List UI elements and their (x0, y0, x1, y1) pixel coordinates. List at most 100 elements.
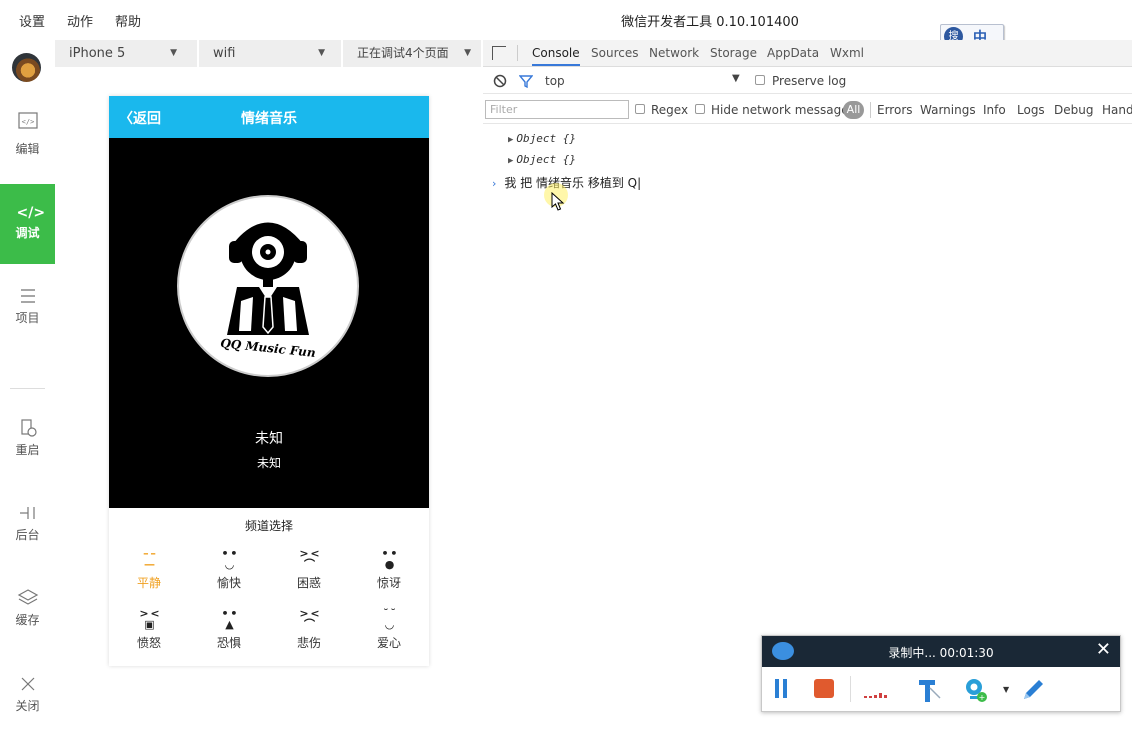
mood-label: 困惑 (296, 576, 321, 590)
preserve-log-label: Preserve log (772, 74, 847, 88)
menu-icon (17, 285, 39, 307)
device-select[interactable]: iPhone 5 ▼ (55, 40, 187, 67)
chevron-down-icon[interactable]: ▼ (1003, 685, 1009, 694)
pages-select[interactable]: 正在调试4个页面 ▼ (343, 40, 481, 67)
mood-face-icon: > < ⌒ (299, 607, 319, 631)
mouse-pointer-icon (551, 192, 565, 211)
tab-console[interactable]: Console (532, 46, 580, 66)
level-all-button[interactable]: All (843, 101, 864, 119)
mood-option[interactable]: > < ⌒ 悲伤 (279, 608, 339, 651)
simulator-toolbar: iPhone 5 ▼ wifi ▼ 正在调试4个页面 ▼ (55, 40, 481, 67)
chevron-down-icon: ▼ (170, 48, 177, 58)
recorder-header: 录制中... 00:01:30 ✕ (762, 636, 1120, 667)
divider (870, 102, 871, 118)
mood-face-icon: • • ◡ (221, 547, 238, 571)
tab-wxml[interactable]: Wxml (830, 46, 864, 60)
song-title: 未知 (255, 431, 283, 447)
clear-console-icon[interactable] (493, 73, 507, 92)
sidebar-item-debug[interactable]: </> 调试 (0, 184, 55, 264)
expand-triangle-icon[interactable]: ▶ (508, 156, 513, 166)
sidebar-item-edit[interactable]: </> 编辑 (0, 110, 55, 190)
console-log-entry[interactable]: ▶ Object {} (508, 132, 576, 145)
sidebar-item-label: 重启 (15, 443, 40, 457)
screen-recorder: 录制中... 00:01:30 ✕ + ▼ (761, 635, 1121, 712)
tab-sources[interactable]: Sources (591, 46, 638, 60)
mood-option[interactable]: • • ● 惊讶 (359, 548, 419, 591)
hide-network-label: Hide network messages (711, 103, 855, 117)
svg-text:+: + (979, 693, 986, 702)
divider (517, 45, 518, 61)
chevron-down-icon[interactable]: ▼ (732, 73, 740, 84)
mood-option[interactable]: > < ⌒ 困惑 (279, 548, 339, 591)
mood-option[interactable]: > < ▣ 愤怒 (119, 608, 179, 651)
layers-icon (17, 587, 39, 609)
filter-icon[interactable] (518, 73, 534, 92)
mood-option[interactable]: • • ◡ 愉快 (199, 548, 259, 591)
mood-face-icon: – – — (143, 547, 156, 571)
level-debug-button[interactable]: Debug (1054, 103, 1093, 117)
level-info-button[interactable]: Info (983, 103, 1006, 117)
network-select[interactable]: wifi ▼ (199, 40, 335, 67)
close-icon[interactable]: ✕ (1096, 639, 1111, 660)
recorder-status: 录制中... 00:01:30 (888, 646, 994, 660)
chevron-down-icon: ▼ (318, 48, 325, 58)
sidebar-item-cache[interactable]: 缓存 (0, 587, 55, 667)
mood-option[interactable]: ˘ ˘ ◡ 爱心 (359, 608, 419, 651)
mood-label: 恐惧 (216, 636, 241, 650)
context-select-value[interactable]: top (545, 74, 565, 88)
sidebar-item-label: 后台 (15, 528, 40, 542)
hide-network-checkbox[interactable] (695, 104, 705, 114)
mood-label: 悲伤 (296, 636, 321, 650)
pause-icon[interactable] (775, 679, 779, 698)
annotation-icon[interactable] (916, 676, 942, 704)
stop-icon[interactable] (814, 679, 834, 698)
chevron-down-icon: ▼ (464, 48, 471, 58)
sidebar-item-label: 关闭 (15, 699, 40, 713)
avatar[interactable] (12, 53, 41, 82)
tab-network[interactable]: Network (649, 46, 699, 60)
sidebar-item-restart[interactable]: 重启 (0, 417, 55, 497)
music-player: QQ Music Fun 未知 未知 (109, 138, 429, 508)
background-icon (17, 502, 39, 524)
mood-face-icon: • • ▲ (221, 607, 238, 631)
level-warnings-button[interactable]: Warnings (920, 103, 976, 117)
sidebar-item-project[interactable]: 项目 (0, 285, 55, 365)
sidebar-item-label: 编辑 (15, 142, 40, 156)
code-box-icon: </> (17, 110, 39, 132)
mood-option[interactable]: – – — 平静 (119, 548, 179, 591)
level-logs-button[interactable]: Logs (1017, 103, 1045, 117)
menu-help[interactable]: 帮助 (115, 11, 141, 30)
filter-input[interactable]: Filter (485, 100, 629, 119)
menu-settings[interactable]: 设置 (19, 11, 45, 30)
pages-select-value: 正在调试4个页面 (357, 46, 449, 60)
tab-storage[interactable]: Storage (710, 46, 757, 60)
menu-bar: 设置 动作 帮助 微信开发者工具 0.10.101400 搜 中 (0, 0, 1132, 48)
regex-checkbox[interactable] (635, 104, 645, 114)
inspect-element-icon[interactable] (492, 46, 506, 60)
menu-actions[interactable]: 动作 (67, 11, 93, 30)
expand-triangle-icon[interactable]: ▶ (508, 135, 513, 145)
preserve-log-checkbox[interactable] (755, 75, 765, 85)
level-errors-button[interactable]: Errors (877, 103, 913, 117)
pencil-icon[interactable] (1020, 676, 1046, 704)
mood-label: 愤怒 (136, 636, 161, 650)
console-input-text: 我 把 情绪音乐 移植到 Q (504, 176, 638, 190)
song-artist: 未知 (256, 456, 281, 470)
console-filter-bar: Filter Regex Hide network messages All E… (483, 96, 1132, 124)
devtools-tabbar: Console Sources Network Storage AppData … (483, 40, 1132, 67)
mood-option[interactable]: • • ▲ 恐惧 (199, 608, 259, 651)
tab-appdata[interactable]: AppData (767, 46, 819, 60)
console-toolbar: top ▼ Preserve log (483, 68, 1132, 94)
sidebar-item-close[interactable]: 关闭 (0, 673, 55, 753)
album-cover[interactable]: QQ Music Fun (177, 195, 359, 377)
sidebar: </> 编辑 </> 调试 项目 重启 后台 缓存 关闭 (0, 40, 55, 720)
sidebar-item-label: 缓存 (15, 613, 40, 627)
sidebar-item-background[interactable]: 后台 (0, 502, 55, 582)
sidebar-item-label: 项目 (15, 311, 40, 325)
level-handler-button[interactable]: Hand (1102, 103, 1132, 117)
webcam-add-icon[interactable]: + (962, 676, 988, 704)
sidebar-item-label: 调试 (15, 226, 40, 240)
console-log-entry[interactable]: ▶ Object {} (508, 153, 576, 166)
text-cursor: | (637, 176, 642, 190)
regex-label: Regex (651, 103, 689, 117)
